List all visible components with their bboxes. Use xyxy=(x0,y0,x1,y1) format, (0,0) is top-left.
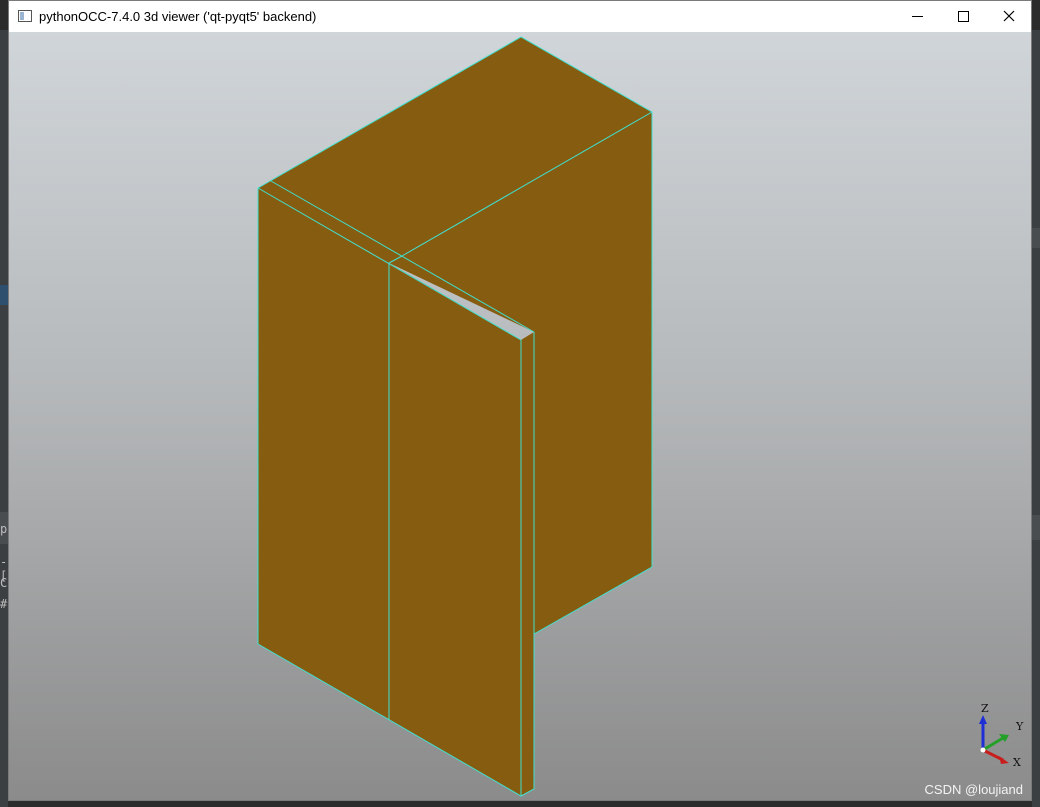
window-title: pythonOCC-7.4.0 3d viewer ('qt-pyqt5' ba… xyxy=(39,9,317,24)
axis-arrows xyxy=(979,715,1009,764)
background-ide-band xyxy=(1032,228,1040,248)
face-front-middle xyxy=(389,263,521,796)
axis-triedron: Z Y X xyxy=(969,702,1029,782)
minimize-icon xyxy=(911,15,923,17)
viewer-window: pythonOCC-7.4.0 3d viewer ('qt-pyqt5' ba… xyxy=(8,0,1032,801)
background-ide-selection xyxy=(0,285,8,305)
close-button[interactable] xyxy=(986,1,1032,31)
face-front-left xyxy=(258,188,389,720)
3d-scene[interactable] xyxy=(9,32,1031,800)
axis-x-label: X xyxy=(1013,756,1021,769)
watermark-text: CSDN @loujiand xyxy=(924,782,1023,797)
face-plate-side xyxy=(521,332,534,796)
background-glyph: C xyxy=(0,576,8,590)
3d-viewport[interactable]: Z Y X CSDN @loujiand xyxy=(9,32,1031,800)
background-glyph: p xyxy=(0,522,8,536)
background-ide-band xyxy=(1032,515,1040,540)
maximize-button[interactable] xyxy=(940,1,986,31)
minimize-button[interactable] xyxy=(894,1,940,31)
app-window-icon[interactable] xyxy=(18,10,32,22)
close-icon xyxy=(1003,10,1015,22)
axis-y-label: Y xyxy=(1016,720,1024,733)
background-ide-left xyxy=(0,30,8,807)
brown-solid-shape[interactable] xyxy=(258,37,652,796)
background-ide-right xyxy=(1032,30,1040,807)
title-bar[interactable]: pythonOCC-7.4.0 3d viewer ('qt-pyqt5' ba… xyxy=(9,1,1031,32)
background-glyph: # xyxy=(0,597,8,611)
maximize-icon xyxy=(957,10,969,22)
axis-z-label: Z xyxy=(981,702,989,715)
